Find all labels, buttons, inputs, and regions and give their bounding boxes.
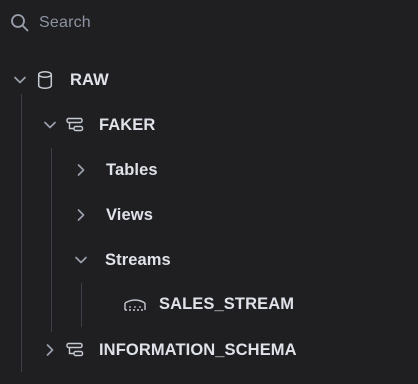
tree-node-schema[interactable]: INFORMATION_SCHEMA <box>43 336 297 364</box>
tree-node-label: Tables <box>106 160 158 179</box>
chevron-right-icon[interactable] <box>74 163 88 177</box>
tree-node-label: Views <box>106 205 153 224</box>
chevron-down-icon[interactable] <box>43 118 57 132</box>
tree-node-folder-streams[interactable]: Streams <box>74 246 171 274</box>
chevron-right-icon[interactable] <box>43 343 57 357</box>
schema-icon <box>66 342 84 358</box>
tree-node-folder-views[interactable]: Views <box>74 201 153 229</box>
chevron-down-icon[interactable] <box>13 73 27 87</box>
tree-node-label: RAW <box>70 70 109 89</box>
tree-indent-guide <box>21 94 22 372</box>
object-tree: RAW FAKER Tables Views Streams SALES_STR… <box>0 0 418 384</box>
tree-node-label: Streams <box>105 250 171 269</box>
tree-node-schema[interactable]: FAKER <box>43 111 155 139</box>
chevron-down-icon[interactable] <box>74 253 88 267</box>
tree-indent-guide <box>81 283 82 327</box>
schema-icon <box>66 117 84 133</box>
chevron-right-icon[interactable] <box>74 208 88 222</box>
tree-node-stream[interactable]: SALES_STREAM <box>123 290 294 318</box>
tree-indent-guide <box>51 148 52 332</box>
tree-node-database[interactable]: RAW <box>13 66 109 94</box>
tree-node-label: SALES_STREAM <box>159 294 295 313</box>
tree-node-label: FAKER <box>99 115 156 134</box>
tree-node-label: INFORMATION_SCHEMA <box>99 340 297 359</box>
database-icon <box>37 70 53 90</box>
tree-node-folder-tables[interactable]: Tables <box>74 156 158 184</box>
stream-icon <box>123 296 147 312</box>
